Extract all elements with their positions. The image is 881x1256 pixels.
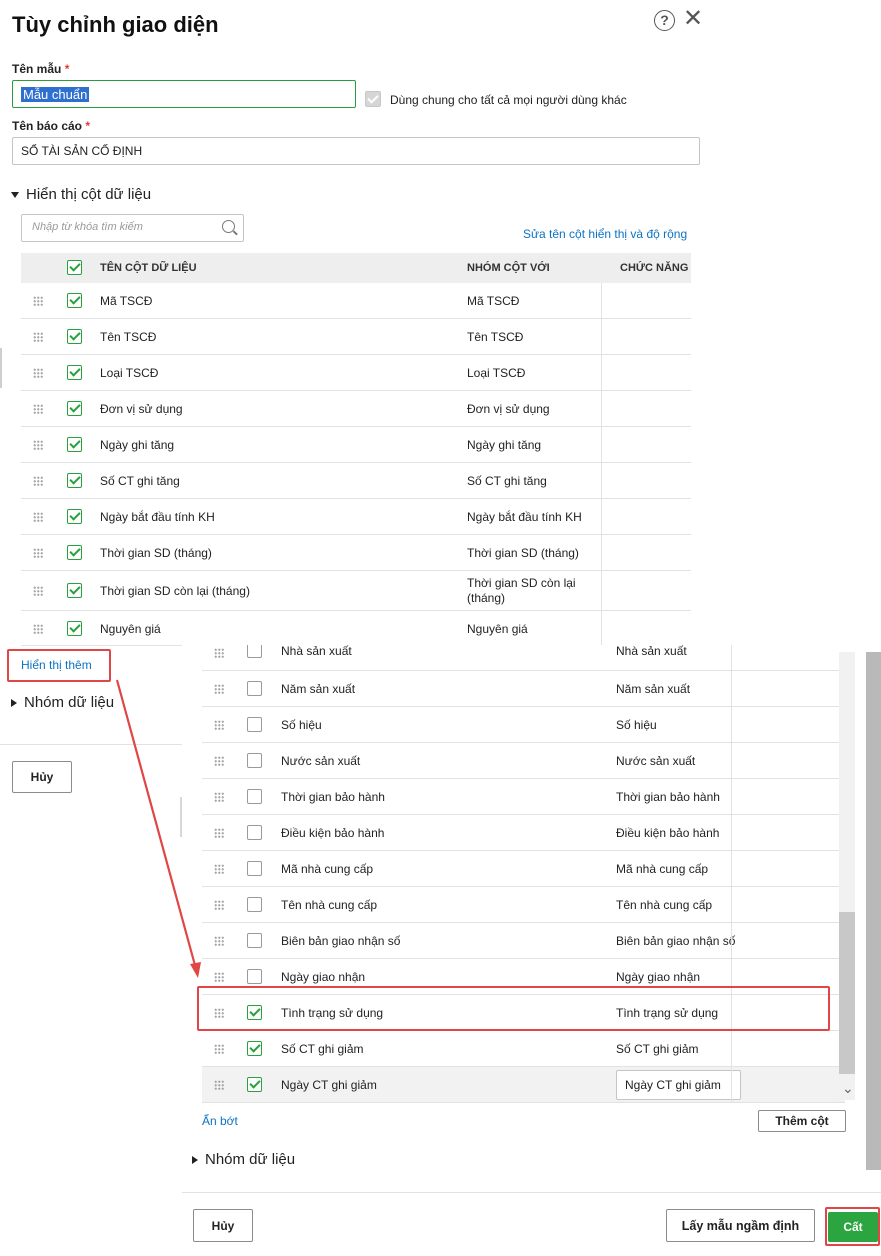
annotation-arrow xyxy=(115,679,201,978)
